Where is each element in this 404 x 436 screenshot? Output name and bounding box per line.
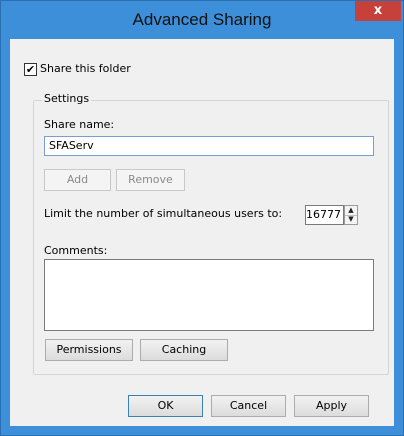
share-name-label: Share name:	[44, 118, 115, 131]
spin-down-arrow-icon[interactable]: ▼	[345, 215, 357, 224]
user-limit-label: Limit the number of simultaneous users t…	[44, 207, 283, 220]
add-button[interactable]: Add	[44, 169, 111, 191]
caching-button[interactable]: Caching	[140, 339, 228, 361]
cancel-button[interactable]: Cancel	[211, 395, 286, 417]
ok-button[interactable]: OK	[128, 395, 203, 417]
comments-input[interactable]	[44, 259, 374, 331]
checkmark-icon: ✔	[25, 63, 36, 76]
share-folder-checkbox[interactable]: ✔	[24, 63, 37, 76]
permissions-button[interactable]: Permissions	[45, 339, 133, 361]
comments-label: Comments:	[44, 244, 108, 257]
close-icon: x	[373, 3, 383, 18]
user-limit-spinner[interactable]: ▲ ▼	[344, 205, 358, 225]
remove-button[interactable]: Remove	[116, 169, 185, 191]
title-bar[interactable]: Advanced Sharing x	[1, 1, 403, 39]
settings-legend: Settings	[42, 92, 92, 105]
share-name-input[interactable]: SFAServ	[44, 136, 374, 156]
window-title: Advanced Sharing	[132, 10, 272, 29]
close-button[interactable]: x	[355, 1, 401, 21]
user-limit-input[interactable]: 16777	[305, 205, 344, 225]
advanced-sharing-window: Advanced Sharing x ✔ Share this folder S…	[0, 0, 404, 436]
share-folder-label: Share this folder	[40, 62, 131, 75]
dialog-body: ✔ Share this folder Settings Share name:…	[10, 39, 394, 426]
apply-button[interactable]: Apply	[294, 395, 369, 417]
